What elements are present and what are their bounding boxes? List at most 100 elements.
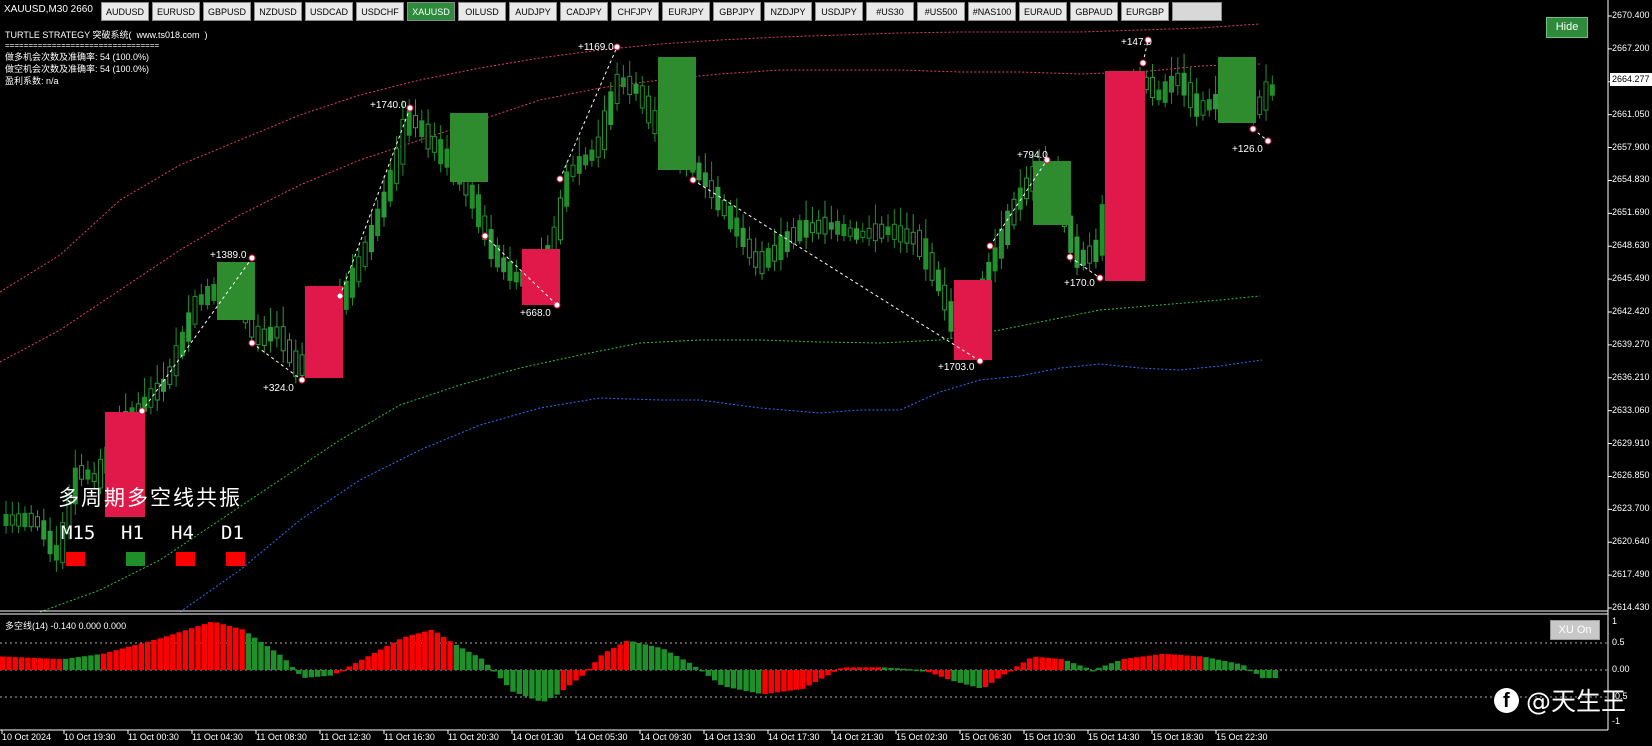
trade-profit-label: +126.0 xyxy=(1232,144,1263,155)
histogram-bar xyxy=(126,646,132,670)
timeframe-status-h4 xyxy=(176,552,195,566)
price-label: 2645.490 xyxy=(1612,273,1650,284)
candle-body xyxy=(797,220,803,242)
candle-body xyxy=(784,231,790,253)
histogram-bar xyxy=(441,636,447,670)
candle-body xyxy=(85,469,91,480)
price-label: 2654.830 xyxy=(1612,174,1650,185)
histogram-bar xyxy=(1008,670,1014,672)
indicator-level-label: 0.00 xyxy=(1612,664,1630,674)
price-label: 2648.630 xyxy=(1612,240,1650,251)
histogram-bar xyxy=(214,622,220,670)
candle-body xyxy=(1162,81,1168,103)
histogram-bar xyxy=(1234,663,1241,670)
trade-marker xyxy=(481,232,489,240)
histogram-bar xyxy=(932,670,938,675)
candle-body xyxy=(772,244,778,262)
candle-body xyxy=(835,221,841,235)
candle-body xyxy=(41,520,47,540)
resonance-title: 多周期多空线共振 xyxy=(58,486,242,510)
candle-body xyxy=(564,171,570,207)
price-chart[interactable]: +1389.0 +324.0 +1740.0 +668.0 +1169.0 +1703.0… xyxy=(0,0,1652,746)
histogram-bar xyxy=(1171,654,1178,670)
time-label: 14 Oct 21:30 xyxy=(832,732,884,742)
histogram-bar xyxy=(472,655,478,670)
candle-body xyxy=(646,95,652,124)
candle-body xyxy=(910,231,916,245)
histogram-bar xyxy=(693,666,699,670)
histogram-bar xyxy=(1058,659,1064,670)
histogram-bar xyxy=(289,667,296,670)
histogram-bar xyxy=(113,650,119,670)
histogram-bar xyxy=(837,668,844,670)
candle-body xyxy=(513,271,519,283)
candle-body xyxy=(1150,77,1156,98)
hide-button[interactable]: Hide xyxy=(1546,17,1588,38)
candle-body xyxy=(22,512,28,528)
candle-body xyxy=(602,110,607,150)
histogram-bar xyxy=(793,670,800,690)
histogram-bar xyxy=(189,628,195,670)
trade-marker xyxy=(406,104,414,112)
candle-body xyxy=(557,197,563,241)
price-label: 2670.400 xyxy=(1612,10,1650,20)
xu-on-button[interactable]: XU On xyxy=(1550,620,1600,640)
histogram-bar xyxy=(850,667,856,670)
indicator-level-label: 1 xyxy=(1612,616,1618,626)
price-label: 2620.640 xyxy=(1612,536,1650,547)
histogram-bar xyxy=(176,632,182,670)
candle-body xyxy=(822,216,828,235)
candle-body xyxy=(47,530,53,555)
histogram-bar xyxy=(132,645,138,670)
histogram-bar xyxy=(831,670,837,672)
candle-body xyxy=(828,222,834,230)
candle-body xyxy=(1093,239,1099,263)
candle-body xyxy=(3,514,9,526)
histogram-bar xyxy=(730,670,737,689)
histogram-bar xyxy=(340,669,346,672)
candle-body xyxy=(368,225,374,253)
candle-body xyxy=(942,284,948,311)
histogram-bar xyxy=(88,655,94,670)
candle-body xyxy=(589,149,595,161)
histogram-bar xyxy=(1165,654,1171,670)
candle-body xyxy=(350,267,355,298)
histogram-bar xyxy=(1033,656,1039,670)
trade-profit-label: +794.0 xyxy=(1017,150,1048,161)
price-label: 2617.490 xyxy=(1612,569,1650,580)
histogram-bar xyxy=(743,670,749,691)
trade-path xyxy=(339,107,411,297)
histogram-bar xyxy=(705,670,711,676)
histogram-bar xyxy=(648,645,655,670)
candle-body xyxy=(186,312,192,342)
candle-body xyxy=(1206,99,1212,111)
candle-body xyxy=(268,326,274,342)
price-label: 2629.910 xyxy=(1612,437,1650,448)
histogram-bar xyxy=(1209,658,1215,670)
histogram-bar xyxy=(630,641,636,670)
histogram-bar xyxy=(875,667,882,670)
candle-body xyxy=(28,512,34,528)
candle-body xyxy=(179,331,185,356)
time-label: 10 Oct 2024 xyxy=(2,732,52,742)
separator-line: ================================= xyxy=(5,41,160,50)
signal-box-short xyxy=(522,249,560,305)
histogram-bar xyxy=(522,670,529,697)
histogram-bar xyxy=(497,670,504,679)
price-label: 2626.850 xyxy=(1612,470,1650,481)
trade-profit-label: +324.0 xyxy=(263,383,294,394)
histogram-bar xyxy=(560,670,567,690)
candle-body xyxy=(734,217,740,237)
histogram-bar xyxy=(976,670,982,688)
histogram-bar xyxy=(1253,670,1260,674)
time-label: 11 Oct 04:30 xyxy=(192,732,243,742)
candle-body xyxy=(576,156,582,174)
histogram-bar xyxy=(573,670,579,681)
signal-box-short xyxy=(1105,71,1145,281)
trade-profit-label: +1169.0 xyxy=(578,42,614,53)
candle-body xyxy=(608,91,614,125)
price-label: 2636.210 xyxy=(1612,371,1650,382)
strategy-info-panel: TURTLE STRATEGY 突破系统( www.ts018.com ) ==… xyxy=(5,29,208,87)
candle-body xyxy=(167,366,173,385)
candle-body xyxy=(935,269,941,292)
